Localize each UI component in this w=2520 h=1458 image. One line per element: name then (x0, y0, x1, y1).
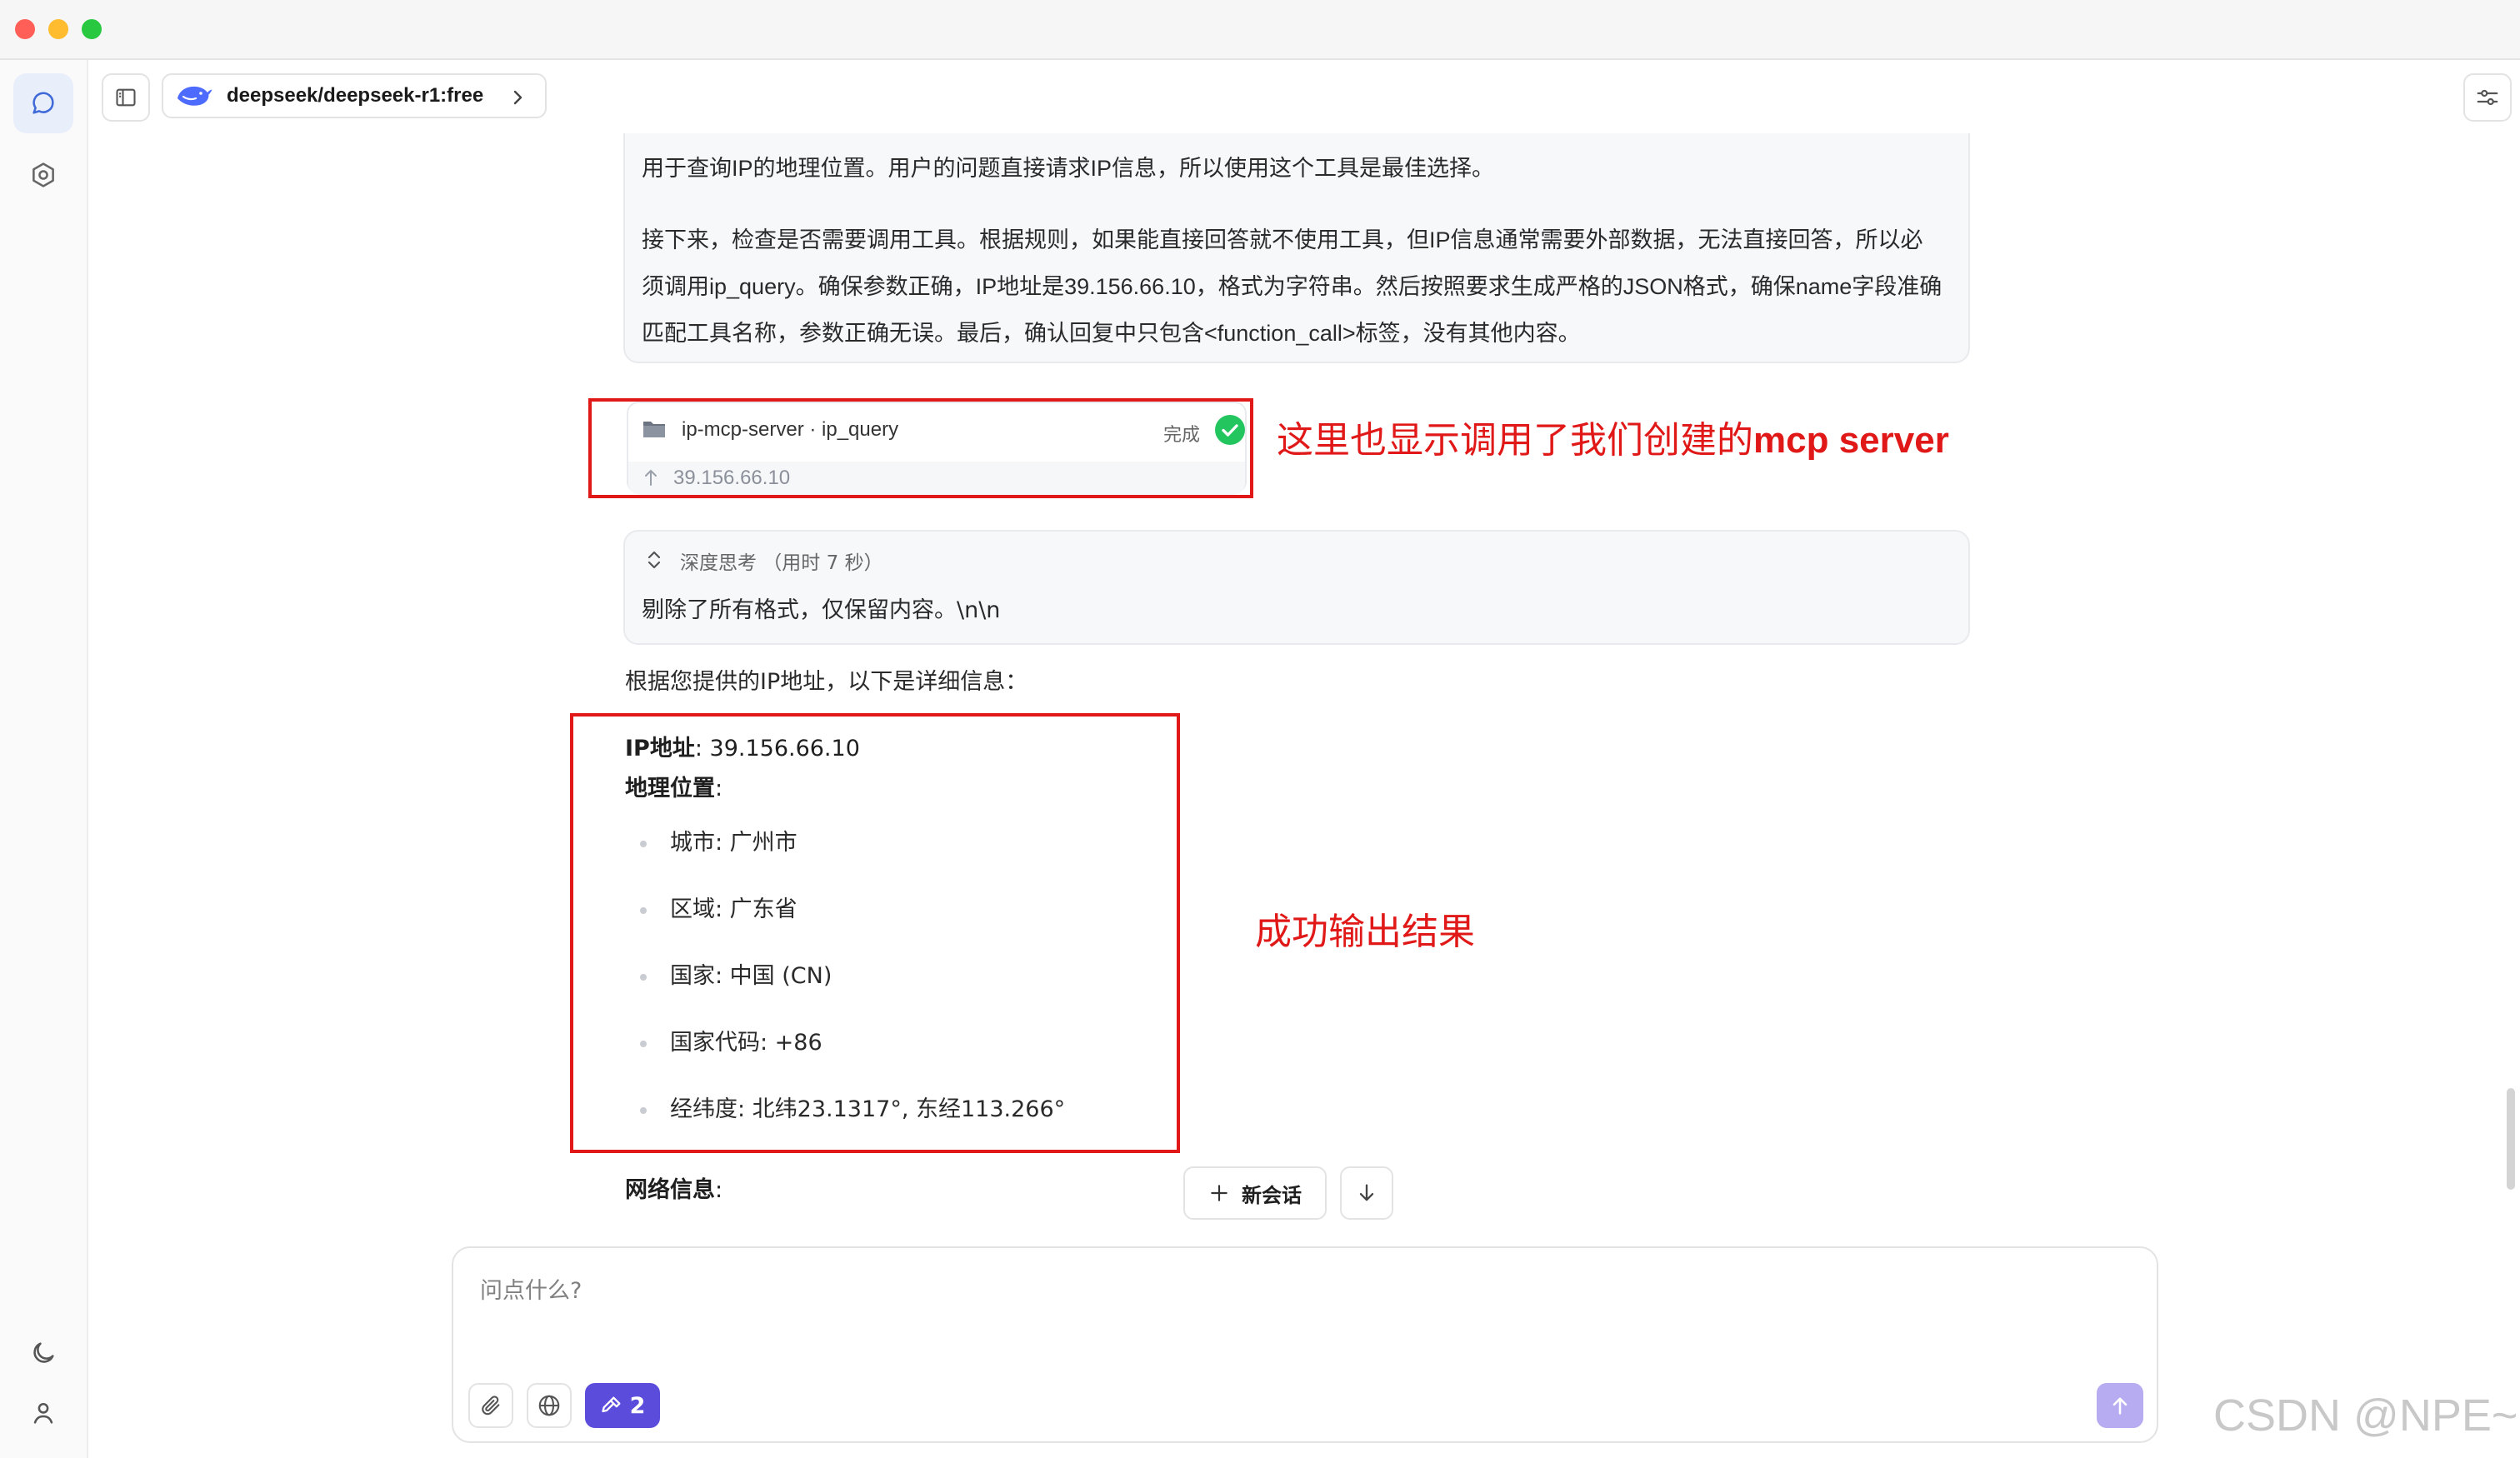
arrow-down-icon (1359, 1184, 1374, 1201)
watermark: CSDN @NPE~ (2213, 1391, 2518, 1441)
answer-intro: 根据您提供的IP地址，以下是详细信息： (625, 669, 1028, 695)
attach-button[interactable] (468, 1383, 513, 1428)
model-name: deepseek/deepseek-r1:free (227, 84, 484, 107)
deep-thinking-text: 剔除了所有格式，仅保留内容。\n\n (642, 597, 1001, 623)
sidebar-toggle-icon (116, 88, 136, 107)
ip-line: IP地址: 39.156.66.10 (625, 730, 860, 762)
close-window-button[interactable] (15, 19, 35, 39)
toggle-sidebar-button[interactable] (102, 73, 150, 122)
list-item: 城市: 广州市 (633, 828, 1065, 895)
theme-toggle-button[interactable] (13, 1323, 73, 1383)
geo-colon: : (715, 776, 723, 801)
scroll-down-button[interactable] (1340, 1166, 1393, 1220)
deepseek-whale-icon (178, 86, 212, 106)
settings-nav-button[interactable] (13, 145, 73, 205)
zoom-window-button[interactable] (82, 19, 102, 39)
reasoning-paragraph: 用于查询IP的地理位置。用户的问题直接请求IP信息，所以使用这个工具是最佳选择。 (642, 156, 1495, 181)
user-icon (33, 1402, 53, 1424)
annotation-tool-note: 这里也显示调用了我们创建的mcp server (1277, 410, 1949, 463)
chevron-expand-icon (648, 551, 661, 569)
chat-settings-button[interactable] (2463, 73, 2512, 122)
web-search-button[interactable] (527, 1383, 572, 1428)
mcp-tools-button[interactable]: 2 (585, 1383, 660, 1428)
chevron-right-icon (513, 90, 522, 105)
deep-thinking-card[interactable]: 深度思考 （用时 7 秒） 剔除了所有格式，仅保留内容。\n\n (623, 530, 1970, 645)
network-label: 网络信息 (625, 1177, 715, 1203)
tool-call-card[interactable]: ip-mcp-server · ip_query 完成 39.156.66.10 (627, 402, 1247, 495)
reasoning-paragraph: 接下来，检查是否需要调用工具。根据规则，如果能直接回答就不使用工具，但IP信息通… (642, 227, 1942, 346)
tool-call-header[interactable]: ip-mcp-server · ip_query 完成 (628, 403, 1245, 462)
new-chat-button[interactable]: 新会话 (1183, 1166, 1327, 1220)
new-chat-label: 新会话 (1242, 1183, 1302, 1207)
network-colon: : (715, 1177, 723, 1203)
window-titlebar (0, 0, 2520, 60)
left-rail (0, 60, 88, 1458)
message-composer: 2 (452, 1246, 2158, 1443)
tool-argument-value: 39.156.66.10 (673, 467, 791, 489)
hammer-icon (601, 1396, 621, 1413)
paperclip-icon (482, 1396, 500, 1416)
list-item: 经纬度: 北纬23.1317°, 东经113.266° (633, 1095, 1065, 1161)
message-input[interactable] (478, 1271, 2065, 1310)
ip-value: : 39.156.66.10 (694, 736, 860, 761)
folder-icon (643, 422, 665, 437)
sliders-icon (2477, 89, 2498, 106)
tool-status: 完成 (1163, 425, 1201, 446)
arrow-up-icon (2112, 1397, 2128, 1415)
chat-scrollbar[interactable] (2507, 1088, 2515, 1190)
model-selector[interactable]: deepseek/deepseek-r1:free (162, 73, 547, 118)
globe-icon (538, 1395, 560, 1416)
plus-icon (1211, 1185, 1228, 1201)
annotation-result-note: 成功输出结果 (1255, 911, 1475, 953)
gear-hexagon-icon (32, 162, 54, 187)
tool-name: ip-mcp-server · ip_query (682, 418, 899, 441)
tools-count: 2 (629, 1392, 646, 1419)
annotation-tool-text: 这里也显示调用了我们创建的 (1277, 419, 1753, 462)
list-item: 国家代码: +86 (633, 1028, 1065, 1095)
geo-heading: 地理位置: (625, 770, 722, 802)
profile-button[interactable] (13, 1383, 73, 1443)
check-circle-icon (1215, 415, 1245, 445)
deep-thinking-title: 深度思考 （用时 7 秒） (680, 552, 883, 574)
arrow-up-icon (645, 469, 657, 486)
geo-list: 城市: 广州市 区域: 广东省 国家: 中国 (CN) 国家代码: +86 经纬… (633, 828, 1065, 1161)
list-item: 区域: 广东省 (633, 895, 1065, 961)
ip-label: IP地址 (625, 736, 695, 761)
minimize-window-button[interactable] (48, 19, 68, 39)
chat-bubble-icon (32, 92, 54, 114)
geo-label: 地理位置 (625, 776, 715, 801)
list-item: 国家: 中国 (CN) (633, 961, 1065, 1028)
annotation-tool-bold: mcp server (1753, 420, 1949, 461)
network-heading: 网络信息: (625, 1171, 722, 1204)
reasoning-card: 用于查询IP的地理位置。用户的问题直接请求IP信息，所以使用这个工具是最佳选择。… (623, 133, 1970, 363)
moon-icon (33, 1342, 54, 1363)
tool-argument-row: 39.156.66.10 (628, 462, 1245, 495)
send-button[interactable] (2097, 1383, 2143, 1428)
chat-nav-button[interactable] (13, 73, 73, 133)
